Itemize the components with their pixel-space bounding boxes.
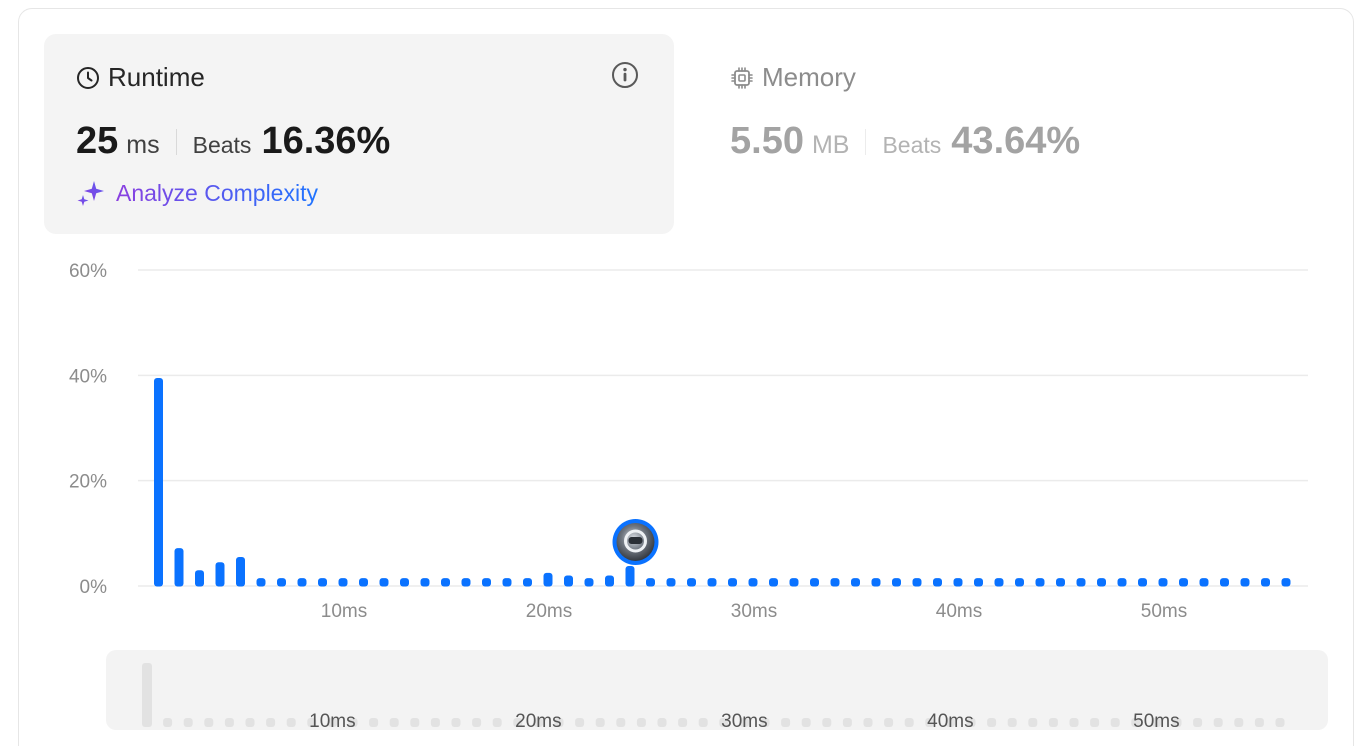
memory-beats-percent: 43.64% bbox=[951, 120, 1081, 162]
divider bbox=[175, 128, 177, 155]
memory-title: Memory bbox=[762, 62, 856, 92]
memory-stats: 5.50 MB Beats 43.64% bbox=[730, 120, 1080, 163]
range-brush[interactable] bbox=[106, 650, 1328, 730]
memory-value: 5.50 bbox=[730, 120, 804, 162]
divider bbox=[865, 128, 867, 155]
info-button[interactable] bbox=[610, 60, 640, 90]
runtime-header: Runtime bbox=[76, 62, 205, 93]
memory-card[interactable]: Memory 5.50 MB Beats 43.64% bbox=[712, 34, 1342, 234]
runtime-beats-label: Beats bbox=[192, 132, 252, 158]
runtime-card[interactable]: Runtime 25 ms Beats 16.36% Analyze Compl… bbox=[44, 34, 674, 234]
memory-unit: MB bbox=[811, 131, 850, 159]
sparkle-icon bbox=[77, 181, 104, 206]
memory-header: Memory bbox=[730, 62, 856, 93]
runtime-unit: ms bbox=[126, 131, 160, 159]
clock-icon bbox=[77, 66, 99, 89]
chip-icon bbox=[731, 66, 753, 89]
analyze-complexity-button[interactable]: Analyze Complexity bbox=[76, 178, 318, 208]
runtime-beats-percent: 16.36% bbox=[261, 120, 391, 162]
runtime-value: 25 bbox=[76, 120, 119, 162]
runtime-stats: 25 ms Beats 16.36% bbox=[76, 120, 390, 163]
info-icon bbox=[612, 62, 638, 88]
runtime-title: Runtime bbox=[108, 62, 205, 92]
analyze-complexity-label: Analyze Complexity bbox=[116, 179, 318, 206]
memory-beats-label: Beats bbox=[882, 132, 942, 158]
